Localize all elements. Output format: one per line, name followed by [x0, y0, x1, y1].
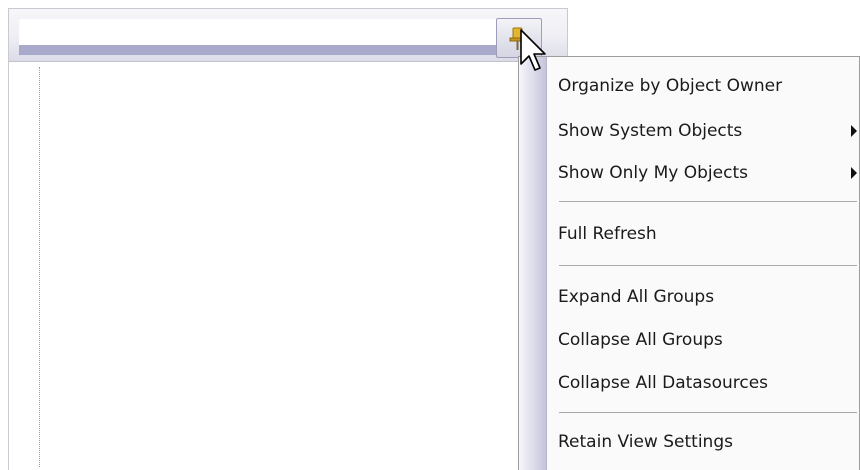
menu-item-show-system-objects[interactable]: Show System Objects: [547, 112, 859, 150]
menu-item-organize-by-owner[interactable]: Organize by Object Owner: [547, 67, 859, 105]
mouse-pointer-icon: [520, 29, 546, 71]
menu-item-collapse-all-datasources[interactable]: Collapse All Datasources: [547, 364, 859, 402]
menu-item-retain-view-settings[interactable]: Retain View Settings: [547, 423, 859, 461]
explorer-toolbar: [9, 9, 567, 62]
application-canvas: Organize by Object Owner Show System Obj…: [0, 0, 860, 470]
submenu-arrow-icon: [851, 125, 857, 137]
menu-item-label: Collapse All Groups: [558, 330, 723, 350]
menu-item-collapse-all-groups[interactable]: Collapse All Groups: [547, 321, 859, 359]
object-explorer-panel: [8, 8, 568, 470]
menu-item-expand-all-groups[interactable]: Expand All Groups: [547, 278, 859, 316]
tree-guide-line: [39, 67, 40, 467]
menu-item-label: Collapse All Datasources: [558, 373, 769, 393]
menu-item-label: Show Only My Objects: [558, 163, 748, 183]
menu-item-show-only-my-objects[interactable]: Show Only My Objects: [547, 154, 859, 192]
menu-item-label: Organize by Object Owner: [558, 76, 783, 96]
menu-item-label: Retain View Settings: [558, 432, 733, 452]
toolbar-field[interactable]: [19, 19, 499, 55]
menu-item-label: Show System Objects: [558, 121, 743, 141]
context-menu: Organize by Object Owner Show System Obj…: [518, 56, 860, 470]
menu-separator: [559, 412, 857, 413]
menu-item-label: Expand All Groups: [558, 287, 715, 307]
menu-separator: [559, 265, 857, 266]
menu-icon-gutter: [519, 57, 547, 470]
menu-item-label: Full Refresh: [558, 224, 657, 244]
menu-item-full-refresh[interactable]: Full Refresh: [547, 215, 859, 253]
menu-separator: [559, 201, 857, 202]
submenu-arrow-icon: [851, 167, 857, 179]
